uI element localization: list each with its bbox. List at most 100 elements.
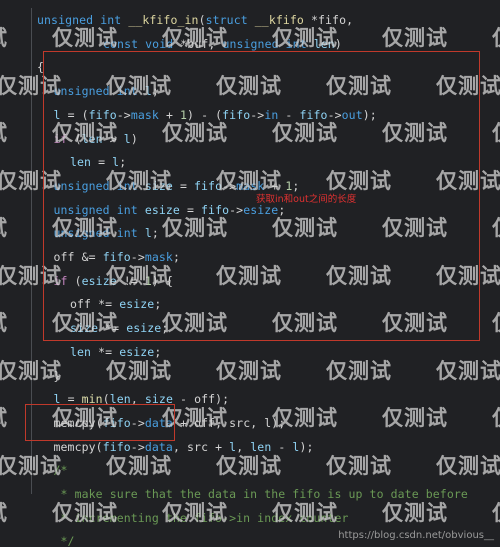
code-token: min — [81, 392, 103, 407]
code-line: * make sure that the data in the fifo is… — [0, 482, 500, 506]
code-token: unsigned int — [53, 84, 145, 99]
code-token: ( — [95, 439, 103, 454]
source-url-watermark: https://blog.csdn.net/obvious__ — [338, 530, 494, 541]
code-token: esize — [119, 344, 155, 359]
code-token: ; — [151, 226, 159, 241]
code-editor-content[interactable]: unsigned int __kfifo_in(struct __kfifo *… — [0, 0, 500, 547]
code-token: struct — [205, 13, 255, 27]
code-token: ) — [334, 36, 342, 51]
code-token: ; — [161, 321, 169, 336]
code-line: l = min(len, size - off); — [0, 387, 500, 411]
code-token: l — [53, 107, 68, 122]
code-token: unsigned int — [53, 226, 145, 241]
code-token: ; — [154, 344, 162, 359]
code-token: off — [70, 297, 99, 312]
code-line: if (esize != 1) { — [0, 269, 500, 293]
code-token: len — [250, 439, 272, 454]
code-token: l — [123, 131, 131, 146]
code-token: ); — [215, 392, 230, 407]
code-token: ( — [67, 273, 82, 288]
code-token: esize — [119, 297, 155, 312]
code-token: *fifo, — [310, 13, 354, 27]
code-line: { — [0, 55, 500, 79]
code-token: unsigned int — [222, 36, 314, 51]
code-token: -> — [250, 107, 265, 122]
code-line: } — [0, 364, 500, 388]
code-token: + — [158, 107, 180, 122]
code-token: ) — [130, 131, 138, 146]
code-token: size — [144, 178, 173, 193]
code-token: fifo — [299, 107, 328, 122]
code-token: mask — [144, 250, 173, 264]
code-line: size *= esize; — [0, 316, 500, 340]
code-token: unsigned int — [53, 202, 145, 217]
code-token: if — [53, 273, 68, 288]
code-token: mask — [130, 107, 159, 122]
code-token: unsigned int — [53, 178, 145, 193]
code-token: = — [179, 202, 202, 217]
code-token: *= — [98, 344, 120, 359]
code-token: data — [144, 415, 173, 430]
code-token: * incrementing the fifo->in index counte… — [53, 510, 349, 525]
code-token: esize — [144, 202, 180, 217]
code-token: unsigned int — [37, 13, 129, 27]
code-line: /* — [0, 458, 500, 482]
code-token: = ( — [67, 107, 89, 122]
code-token: size — [70, 321, 106, 336]
code-token: , — [236, 439, 251, 454]
code-token: ; — [172, 250, 180, 264]
code-token: out — [341, 107, 363, 122]
code-token: -> — [222, 178, 237, 193]
code-token: l — [144, 226, 152, 241]
code-line: if (len > l) — [0, 127, 500, 151]
code-token: esize — [126, 321, 162, 336]
code-token: ); — [362, 107, 377, 122]
code-line: memcpy(fifo->data, src + l, len - l); — [0, 435, 500, 459]
code-line: unsigned int __kfifo_in(struct __kfifo *… — [0, 8, 500, 32]
code-token: void — [145, 36, 181, 51]
code-screenshot: unsigned int __kfifo_in(struct __kfifo *… — [0, 0, 500, 547]
code-token: - — [172, 392, 195, 407]
code-token: , — [130, 392, 145, 407]
code-token: len — [313, 36, 335, 51]
code-token: __kfifo_in — [128, 13, 199, 27]
code-line: l = (fifo->mask + 1) - (fifo->in - fifo-… — [0, 103, 500, 127]
code-fold-guide-line — [31, 8, 32, 494]
code-token: != — [116, 273, 145, 288]
code-line: * incrementing the fifo->in index counte… — [0, 506, 500, 530]
code-token: = — [172, 178, 194, 193]
code-line: unsigned int l; — [0, 221, 500, 245]
code-token: , src + — [172, 439, 230, 454]
code-token: ( — [102, 392, 110, 407]
code-token: -> — [327, 107, 342, 122]
code-token: memcpy — [53, 439, 96, 454]
code-token: *= — [105, 321, 127, 336]
code-token: ( — [67, 131, 82, 146]
code-token: *= — [98, 297, 120, 312]
code-token: l — [144, 84, 152, 99]
code-token: off — [53, 250, 82, 264]
code-token: len — [81, 131, 103, 146]
code-token: { — [37, 60, 45, 75]
code-token: if — [53, 131, 68, 146]
code-line: unsigned int size = fifo->mask + 1; — [0, 174, 500, 198]
code-line: off *= esize; — [0, 292, 500, 316]
code-token: *buf, — [180, 36, 223, 51]
code-line: const void *buf, unsigned int len) — [0, 32, 500, 56]
code-token: ( — [95, 415, 103, 430]
code-token: const — [103, 36, 146, 51]
code-token: + off, src, l); — [172, 415, 286, 430]
code-token: -> — [130, 439, 145, 454]
code-token: ) { — [151, 273, 173, 288]
code-line: off &= fifo->mask; — [0, 245, 500, 269]
code-line: memcpy(fifo->data + off, src, l); — [0, 411, 500, 435]
code-token: - — [271, 439, 293, 454]
code-token: memcpy — [53, 415, 96, 430]
code-token: fifo — [201, 202, 230, 217]
code-line: unsigned int l; — [0, 79, 500, 103]
code-token: __kfifo — [254, 13, 311, 27]
code-token: ( — [198, 13, 206, 27]
code-token: */ — [53, 534, 75, 547]
code-token: } — [53, 368, 61, 383]
code-token: fifo — [102, 250, 131, 264]
